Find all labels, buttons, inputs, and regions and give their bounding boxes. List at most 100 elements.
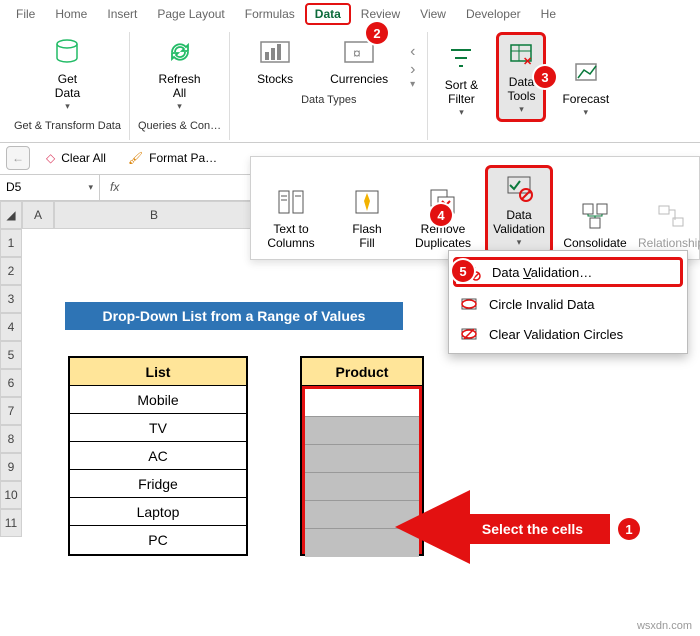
consolidate-label: Consolidate [563,236,626,250]
clear-all-label: Clear All [61,151,106,165]
data-validation-button[interactable]: Data Validation ▾ [485,165,553,255]
group-queries: Queries & Con… [138,116,221,134]
tab-developer[interactable]: Developer [456,3,531,25]
chevron-down-icon: ▾ [65,101,70,112]
text-to-columns-icon [275,186,307,218]
step-badge-3: 3 [534,66,556,88]
tab-formulas[interactable]: Formulas [235,3,305,25]
flash-fill-icon [351,186,383,218]
fx-label[interactable]: fx [100,180,129,194]
row-header[interactable]: 10 [0,481,22,509]
database-icon [51,36,83,68]
menu-clear-circles-label: Clear Validation Circles [489,327,623,342]
row-header[interactable]: 2 [0,257,22,285]
step-badge-2: 2 [366,22,388,44]
ribbon-data: Get Data ▾ Get & Transform Data Refresh … [0,26,700,143]
eraser-icon: ◇ [46,151,55,165]
row-header[interactable]: 1 [0,229,22,257]
list-item[interactable]: Laptop [70,498,246,526]
menu-circle-invalid-label: Circle Invalid Data [489,297,595,312]
stocks-button[interactable]: Stocks [238,32,312,90]
list-item[interactable]: Fridge [70,470,246,498]
chevron-down-icon: ▾ [88,182,93,193]
chevron-down-icon: ▾ [459,107,464,118]
row-header[interactable]: 3 [0,285,22,313]
stocks-icon [259,36,291,68]
row-header[interactable]: 5 [0,341,22,369]
data-tools-panel: Text to Columns Flash Fill Remove Duplic… [250,156,700,260]
menu-clear-circles[interactable]: Clear Validation Circles [449,319,687,349]
format-painter-label: Format Pa… [149,151,217,165]
menu-data-validation[interactable]: Data Validation… [453,257,683,287]
tab-home[interactable]: Home [45,3,97,25]
list-item[interactable]: TV [70,414,246,442]
list-item[interactable]: AC [70,442,246,470]
list-header: List [70,358,246,386]
svg-text:✕: ✕ [523,56,532,68]
row-header[interactable]: 11 [0,509,22,537]
relationship-button: Relationship [637,165,700,255]
consolidate-icon [579,200,611,232]
menu-circle-invalid[interactable]: Circle Invalid Data [449,289,687,319]
currencies-button[interactable]: ¤ Currencies [322,32,396,90]
tab-view[interactable]: View [410,3,456,25]
data-validation-label: Data Validation [493,208,545,237]
step-badge-5: 5 [452,260,474,282]
selected-cell[interactable] [305,389,419,417]
refresh-icon [164,36,196,68]
get-data-button[interactable]: Get Data ▾ [42,32,92,116]
clear-circles-icon [459,325,479,343]
refresh-all-label: Refresh All [159,72,201,101]
row-header[interactable]: 6 [0,369,22,397]
gallery-scroller[interactable]: ‹›▾ [406,43,419,90]
menu-data-validation-label: Data Validation… [492,265,592,280]
group-data-types: Data Types [301,90,356,108]
row-header[interactable]: 4 [0,313,22,341]
annotation-callout: Select the cells [455,500,610,554]
sort-filter-label: Sort & Filter [445,78,478,107]
name-box[interactable]: D5 ▾ [0,175,100,200]
text-to-columns-label: Text to Columns [267,222,314,251]
row-header[interactable]: 8 [0,425,22,453]
select-all-corner[interactable]: ◢ [0,201,22,229]
forecast-button[interactable]: Forecast ▾ [556,52,615,121]
chevron-down-icon: ▾ [177,101,182,112]
product-header: Product [302,358,422,386]
tab-file[interactable]: File [6,3,45,25]
brush-icon: 🖌 [128,151,143,165]
data-validation-menu: Data Validation… Circle Invalid Data Cle… [448,250,688,354]
tab-pagelayout[interactable]: Page Layout [147,3,234,25]
list-item[interactable]: Mobile [70,386,246,414]
circle-invalid-icon [459,295,479,313]
back-button[interactable]: ← [6,146,30,170]
tab-help[interactable]: He [531,3,566,25]
sort-filter-button[interactable]: Sort & Filter ▾ [436,38,486,122]
tab-data[interactable]: Data [305,3,351,25]
selected-cell[interactable] [305,417,419,445]
relationship-label: Relationship [638,236,700,250]
text-to-columns-button[interactable]: Text to Columns [257,165,325,255]
col-header-b[interactable]: B [54,201,254,229]
group-get-transform: Get & Transform Data [14,116,121,134]
currencies-label: Currencies [330,72,388,86]
data-validation-icon [503,172,535,204]
remove-duplicates-label: Remove Duplicates [415,222,471,251]
col-header-a[interactable]: A [22,201,54,229]
data-tools-icon: ✕ [505,39,537,71]
svg-text:¤: ¤ [353,45,361,61]
relationship-icon [655,200,687,232]
step-badge-4: 4 [430,204,452,226]
tab-insert[interactable]: Insert [97,3,147,25]
selected-cell[interactable] [305,445,419,473]
step-badge-1: 1 [618,518,640,540]
refresh-all-button[interactable]: Refresh All ▾ [153,32,207,116]
flash-fill-button[interactable]: Flash Fill [333,165,401,255]
callout-text: Select the cells [455,514,610,544]
row-header[interactable]: 9 [0,453,22,481]
row-header[interactable]: 7 [0,397,22,425]
clear-all-button[interactable]: ◇ Clear All [40,149,112,167]
list-item[interactable]: PC [70,526,246,554]
consolidate-button[interactable]: Consolidate [561,165,629,255]
format-painter-button[interactable]: 🖌 Format Pa… [122,149,223,167]
sort-filter-icon [445,42,477,74]
